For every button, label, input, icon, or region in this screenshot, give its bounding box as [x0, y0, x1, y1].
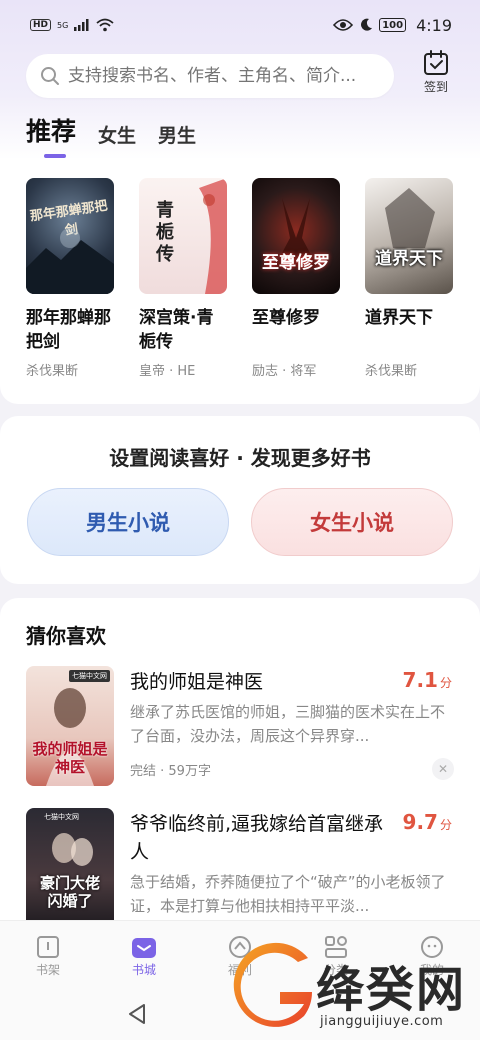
nav-category[interactable]: 分类 — [288, 921, 384, 992]
book-cover: 至尊修罗 — [252, 178, 340, 294]
category-icon — [322, 933, 350, 961]
cover-title: 我的师姐是神医 — [32, 740, 108, 776]
cover-art — [26, 228, 114, 294]
book-description: 继承了苏氏医馆的师姐，三脚猫的医术实在上不了台面，没办法，周辰这个异界穿... — [130, 703, 446, 745]
list-item[interactable]: 七猫中文网 豪门大佬闪婚了 爷爷临终前,逼我嫁给首富继承人 9.7 分 急于结婚，… — [26, 808, 456, 928]
score-unit: 分 — [439, 818, 452, 832]
cover-art — [52, 833, 93, 866]
calendar-check-icon — [424, 50, 448, 75]
bottom-nav: 书架 书城 福利 分类 我的 — [0, 920, 480, 992]
bookshelf-icon — [34, 933, 62, 961]
nav-welfare[interactable]: 福利 — [192, 921, 288, 992]
back-icon[interactable] — [126, 1002, 148, 1026]
nav-bookstore[interactable]: 书城 — [96, 921, 192, 992]
category-tabs: 推荐 女生 男生 — [26, 112, 196, 158]
book-cover: 青栀传 — [139, 178, 227, 294]
search-input[interactable] — [68, 66, 378, 86]
system-navigation-bar — [0, 992, 480, 1040]
book-meta: 励志 · 将军 — [252, 364, 317, 379]
moon-icon — [361, 18, 373, 31]
profile-icon — [418, 933, 446, 961]
network-label: 5G — [57, 20, 69, 30]
nav-label: 书架 — [35, 963, 60, 977]
book-description: 急于结婚，乔荞随便拉了个“破产”的小老板领了证，本是打算与他相扶相持平平淡... — [130, 873, 446, 915]
status-left: HD 5G — [30, 18, 114, 32]
featured-books-card: 那年那蝉那把剑 那年那蝉那把剑 杀伐果断 青栀传 深宫策·青栀传 皇帝 · HE… — [0, 160, 480, 404]
status-right: 100 4:19 — [333, 16, 452, 35]
nav-bookshelf[interactable]: 书架 — [0, 921, 96, 992]
wifi-icon — [96, 18, 114, 32]
signal-icon — [74, 19, 89, 31]
cover-title: 青栀传 — [156, 200, 174, 265]
status-bar: HD 5G 100 4:19 — [0, 0, 480, 50]
book-title: 那年那蝉那把剑 — [26, 308, 111, 352]
book-title: 至尊修罗 — [252, 308, 320, 328]
signin-button[interactable]: 签到 — [416, 50, 456, 95]
tab-recommend[interactable]: 推荐 — [26, 112, 76, 158]
battery-icon: 100 — [379, 18, 407, 32]
book-card[interactable]: 青栀传 深宫策·青栀传 皇帝 · HE — [139, 178, 227, 379]
score-value: 9.7 — [402, 810, 438, 834]
tab-female[interactable]: 女生 — [98, 121, 136, 158]
book-score: 9.7 分 — [403, 810, 452, 834]
book-meta: 杀伐果断 — [365, 364, 418, 379]
list-item[interactable]: 七猫中文网 我的师姐是神医 我的师姐是神医 7.1 分 继承了苏氏医馆的师姐，三脚… — [26, 666, 456, 786]
book-cover: 七猫中文网 豪门大佬闪婚了 — [26, 808, 114, 928]
welfare-icon — [226, 933, 254, 961]
book-card[interactable]: 至尊修罗 至尊修罗 励志 · 将军 — [252, 178, 340, 379]
nav-label: 书城 — [131, 963, 156, 977]
guess-you-like-card: 猜你喜欢 七猫中文网 我的师姐是神医 我的师姐是神医 7.1 分 继承了苏氏医馆的… — [0, 598, 480, 928]
score-value: 7.1 — [402, 668, 438, 692]
book-meta: 完结 · 59万字 — [130, 764, 211, 779]
book-cover: 那年那蝉那把剑 — [26, 178, 114, 294]
signin-label: 签到 — [423, 80, 448, 94]
dismiss-icon[interactable]: ✕ — [432, 758, 454, 780]
book-meta: 皇帝 · HE — [139, 364, 196, 379]
guess-title: 猜你喜欢 — [26, 624, 106, 648]
preference-title: 设置阅读喜好 · 发现更多好书 — [109, 446, 371, 470]
book-cover: 道界天下 — [365, 178, 453, 294]
nav-label: 分类 — [323, 963, 348, 977]
score-unit: 分 — [439, 676, 452, 690]
book-name: 我的师姐是神医 — [130, 671, 264, 693]
search-icon — [40, 66, 60, 86]
book-title: 道界天下 — [365, 308, 433, 328]
eye-icon — [333, 19, 354, 31]
cover-art — [385, 188, 435, 248]
status-time: 4:19 — [416, 15, 452, 35]
search-row: 签到 — [26, 50, 456, 102]
book-meta: 杀伐果断 — [26, 364, 79, 379]
male-novel-button[interactable]: 男生小说 — [27, 488, 229, 556]
reading-preference-card: 设置阅读喜好 · 发现更多好书 男生小说 女生小说 — [0, 416, 480, 584]
bookstore-icon — [130, 933, 158, 961]
battery-level: 100 — [382, 19, 404, 31]
book-card[interactable]: 那年那蝉那把剑 那年那蝉那把剑 杀伐果断 — [26, 178, 114, 379]
nav-label: 我的 — [419, 963, 444, 977]
search-box[interactable] — [26, 54, 394, 98]
hd-badge: HD — [30, 19, 52, 31]
book-score: 7.1 分 — [403, 668, 452, 692]
cover-title: 道界天下 — [375, 249, 443, 269]
cover-title: 豪门大佬闪婚了 — [39, 874, 100, 910]
book-name: 爷爷临终前,逼我嫁给首富继承人 — [130, 813, 384, 863]
book-card[interactable]: 道界天下 道界天下 杀伐果断 — [365, 178, 453, 379]
cover-art — [274, 198, 318, 268]
featured-books: 那年那蝉那把剑 那年那蝉那把剑 杀伐果断 青栀传 深宫策·青栀传 皇帝 · HE… — [26, 178, 453, 379]
female-novel-button[interactable]: 女生小说 — [251, 488, 453, 556]
book-cover: 七猫中文网 我的师姐是神医 — [26, 666, 114, 786]
cover-title: 至尊修罗 — [262, 253, 330, 273]
tab-male[interactable]: 男生 — [158, 121, 196, 158]
nav-mine[interactable]: 我的 — [384, 921, 480, 992]
nav-label: 福利 — [227, 963, 252, 977]
book-title: 深宫策·青栀传 — [139, 308, 214, 352]
